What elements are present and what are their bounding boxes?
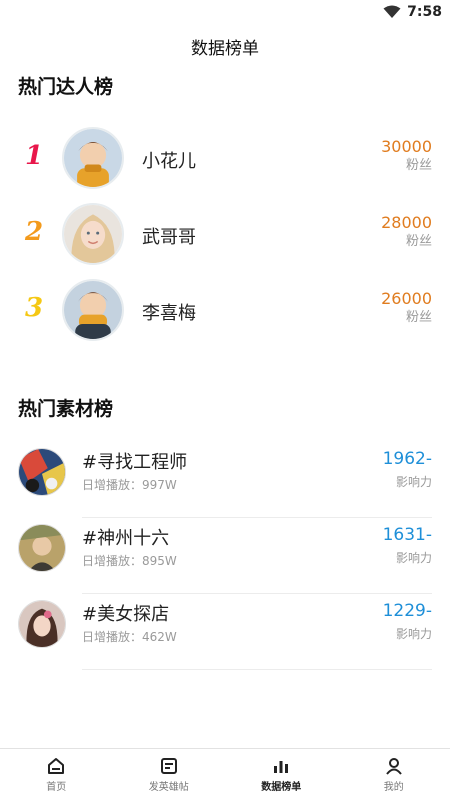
kol-fans: 30000 粉丝 xyxy=(381,137,432,175)
material-daily-plays: 日增播放：895W xyxy=(82,554,177,568)
tab-label: 首页 xyxy=(46,782,67,793)
fans-label: 粉丝 xyxy=(405,234,432,249)
influence-value: 1229- xyxy=(382,601,432,621)
material-stat: 1962- 影响力 xyxy=(383,448,432,492)
home-icon xyxy=(48,758,65,774)
tab-label: 我的 xyxy=(383,782,404,793)
tab-ranking[interactable]: 数据榜单 xyxy=(225,749,338,800)
divider xyxy=(82,669,432,670)
bottom-tab-bar: 首页 发英雄帖 数据榜单 我的 xyxy=(0,748,450,800)
thumbnail xyxy=(18,600,66,648)
avatar xyxy=(62,127,124,189)
tab-label: 数据榜单 xyxy=(261,782,302,793)
fans-count: 28000 xyxy=(381,213,432,232)
material-section-title: 热门素材榜 xyxy=(18,398,114,420)
fans-count: 26000 xyxy=(381,289,432,308)
material-title: #美女探店 xyxy=(82,604,170,625)
influence-label: 影响力 xyxy=(395,475,432,489)
avatar xyxy=(62,279,124,341)
influence-value: 1631- xyxy=(382,525,432,545)
user-icon xyxy=(385,758,402,775)
tab-post[interactable]: 发英雄帖 xyxy=(113,749,226,800)
fans-count: 30000 xyxy=(381,137,432,156)
kol-item[interactable]: 2 武哥哥 28000 粉丝 xyxy=(0,203,450,267)
material-daily-plays: 日增播放：997W xyxy=(82,478,177,492)
material-title: #神州十六 xyxy=(82,528,170,549)
material-item[interactable]: #美女探店 日增播放：462W 1229- 影响力 xyxy=(0,594,450,670)
influence-label: 影响力 xyxy=(395,551,432,565)
tab-label: 发英雄帖 xyxy=(148,782,189,793)
rank-number: 1 xyxy=(24,141,44,171)
kol-item[interactable]: 1 小花儿 30000 粉丝 xyxy=(0,127,450,191)
thumbnail xyxy=(18,448,66,496)
influence-label: 影响力 xyxy=(395,627,432,641)
tab-mine[interactable]: 我的 xyxy=(338,749,450,800)
wifi-icon xyxy=(383,5,401,18)
kol-fans: 26000 粉丝 xyxy=(381,289,432,327)
material-item[interactable]: #神州十六 日增播放：895W 1631- 影响力 xyxy=(0,518,450,594)
fans-label: 粉丝 xyxy=(405,310,432,325)
material-title: #寻找工程师 xyxy=(82,452,188,473)
kol-name: 武哥哥 xyxy=(142,227,196,248)
status-icons: 7:58 xyxy=(383,4,442,20)
page-title: 数据榜单 xyxy=(191,39,259,59)
kol-section-title: 热门达人榜 xyxy=(18,76,114,98)
post-icon xyxy=(160,758,177,774)
material-item[interactable]: #寻找工程师 日增播放：997W 1962- 影响力 xyxy=(0,442,450,518)
status-bar: 7:58 xyxy=(0,0,450,26)
material-stat: 1631- 影响力 xyxy=(383,524,432,568)
kol-name: 小花儿 xyxy=(142,151,196,172)
rank-number: 2 xyxy=(24,217,44,247)
chart-icon xyxy=(274,761,289,773)
status-time: 7:58 xyxy=(407,4,442,20)
thumbnail xyxy=(18,524,66,572)
fans-label: 粉丝 xyxy=(405,158,432,173)
tab-home[interactable]: 首页 xyxy=(0,749,113,800)
avatar xyxy=(62,203,124,265)
influence-value: 1962- xyxy=(382,449,432,469)
material-stat: 1229- 影响力 xyxy=(383,600,432,644)
rank-number: 3 xyxy=(24,293,44,323)
kol-name: 李喜梅 xyxy=(142,303,196,324)
kol-item[interactable]: 3 李喜梅 26000 粉丝 xyxy=(0,279,450,343)
material-daily-plays: 日增播放：462W xyxy=(82,630,177,644)
kol-fans: 28000 粉丝 xyxy=(381,213,432,251)
